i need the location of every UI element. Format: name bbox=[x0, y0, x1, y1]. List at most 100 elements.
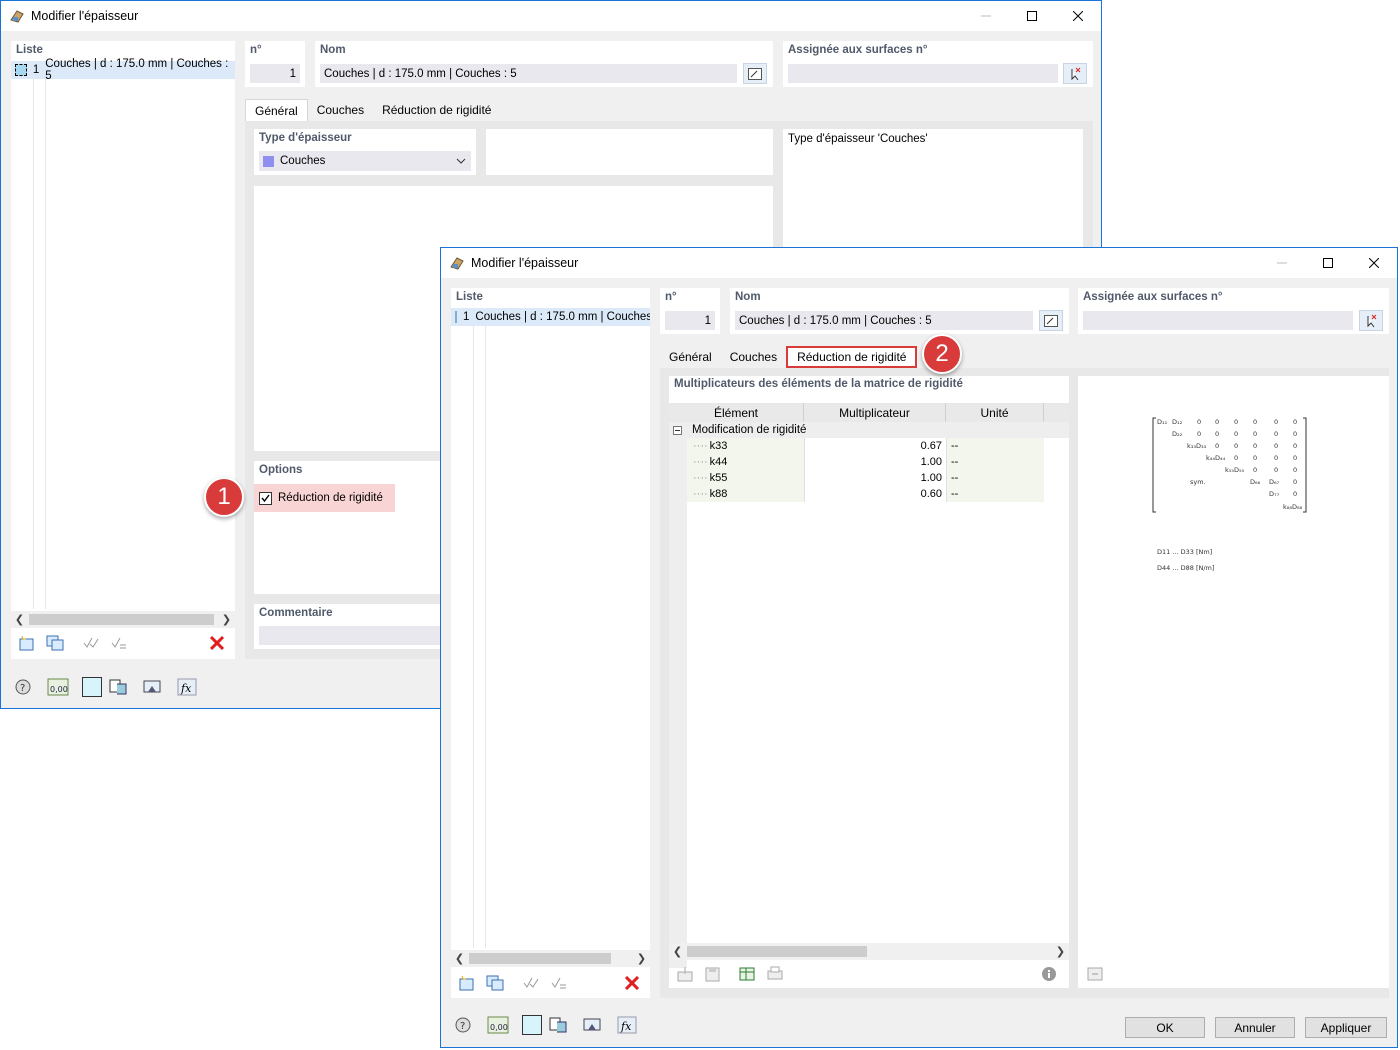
units-icon[interactable]: 0,00 bbox=[46, 676, 70, 698]
tab-layers[interactable]: Couches bbox=[720, 346, 787, 368]
front-dialog-window: Modifier l'épaisseur Liste 1 Couches | d… bbox=[440, 247, 1398, 1048]
comment-field[interactable] bbox=[259, 626, 449, 645]
tab-general[interactable]: Général bbox=[245, 99, 308, 121]
list-hscrollbar[interactable]: ❮ ❯ bbox=[451, 950, 650, 967]
new-item-icon[interactable] bbox=[455, 972, 479, 994]
reduction-checkbox-row[interactable]: Réduction de rigidité bbox=[254, 484, 395, 512]
col-header-unit: Unité bbox=[946, 403, 1044, 422]
check-all-icon[interactable] bbox=[79, 632, 103, 654]
minimize-button[interactable] bbox=[963, 1, 1009, 31]
cell-multiplier[interactable]: 1.00 bbox=[804, 454, 946, 470]
help-icon[interactable]: ? bbox=[11, 676, 35, 698]
view-icon[interactable] bbox=[580, 1014, 604, 1036]
delete-icon[interactable] bbox=[620, 972, 644, 994]
table-row[interactable]: ···· k44 1.00 -- bbox=[687, 454, 1069, 470]
svg-text:0: 0 bbox=[1274, 418, 1278, 426]
table-row[interactable]: ···· k88 0.60 -- bbox=[687, 486, 1069, 502]
svg-text:D₂₂: D₂₂ bbox=[1172, 430, 1183, 438]
color-swatch bbox=[455, 311, 457, 323]
group-row[interactable]: Modification de rigidité bbox=[669, 422, 1069, 438]
help-icon[interactable]: ? bbox=[451, 1014, 475, 1036]
table-hscrollbar[interactable]: ❮ ❯ bbox=[669, 943, 1069, 960]
select-surfaces-button[interactable] bbox=[1063, 63, 1087, 84]
table-header: Élément Multiplicateur Unité bbox=[669, 403, 1069, 422]
cell-multiplier[interactable]: 0.67 bbox=[804, 438, 946, 454]
svg-text:0: 0 bbox=[1234, 430, 1238, 438]
list-item-text: Couches | d : 175.0 mm | Couches : 5 bbox=[475, 311, 650, 323]
element-label: k55 bbox=[709, 472, 728, 484]
assigned-field[interactable] bbox=[1083, 311, 1353, 330]
svg-text:0: 0 bbox=[1234, 418, 1238, 426]
scroll-left-arrow[interactable]: ❮ bbox=[669, 943, 686, 960]
formula-icon[interactable]: fx bbox=[615, 1014, 639, 1036]
name-field[interactable]: Couches | d : 175.0 mm | Couches : 5 bbox=[320, 64, 737, 83]
ok-button[interactable]: OK bbox=[1125, 1017, 1205, 1038]
scroll-right-arrow[interactable]: ❯ bbox=[633, 950, 650, 967]
svg-text:0,00: 0,00 bbox=[50, 685, 68, 694]
formula-icon[interactable]: fx bbox=[175, 676, 199, 698]
reduction-checkbox[interactable] bbox=[259, 491, 272, 505]
apply-button[interactable]: Appliquer bbox=[1305, 1017, 1387, 1038]
matrix-sym-label: sym. bbox=[1190, 478, 1206, 486]
cell-multiplier[interactable]: 0.60 bbox=[804, 486, 946, 502]
print-icon[interactable] bbox=[763, 963, 787, 985]
list-item[interactable]: 1 Couches | d : 175.0 mm | Couches : 5 bbox=[451, 308, 650, 326]
select-surfaces-button[interactable] bbox=[1359, 310, 1383, 331]
collapse-icon[interactable] bbox=[673, 425, 682, 435]
list-hscrollbar[interactable]: ❮ ❯ bbox=[11, 611, 235, 628]
tab-stiffness-reduction[interactable]: Réduction de rigidité bbox=[373, 99, 501, 121]
back-tabs: Général Couches Réduction de rigidité bbox=[245, 99, 501, 121]
units-icon[interactable]: 0,00 bbox=[486, 1014, 510, 1036]
excel-export-icon[interactable] bbox=[735, 963, 759, 985]
comment-panel: Commentaire bbox=[254, 604, 454, 649]
uncheck-icon[interactable] bbox=[107, 632, 131, 654]
scroll-right-arrow[interactable]: ❯ bbox=[1052, 943, 1069, 960]
color-box-icon[interactable] bbox=[80, 676, 104, 698]
tab-stiffness-reduction[interactable]: Réduction de rigidité bbox=[786, 346, 918, 368]
display-settings-icon[interactable] bbox=[546, 1014, 570, 1036]
cancel-button[interactable]: Annuler bbox=[1215, 1017, 1295, 1038]
view-icon[interactable] bbox=[140, 676, 164, 698]
tab-general[interactable]: Général bbox=[660, 346, 721, 368]
list-label: Liste bbox=[456, 291, 483, 303]
maximize-button[interactable] bbox=[1305, 248, 1351, 278]
save-icon[interactable] bbox=[701, 963, 725, 985]
front-assigned-panel: Assignée aux surfaces n° bbox=[1078, 288, 1389, 334]
num-field[interactable]: 1 bbox=[250, 64, 300, 83]
info-icon[interactable] bbox=[1037, 963, 1061, 985]
num-field[interactable]: 1 bbox=[665, 311, 715, 330]
table-row[interactable]: ···· k55 1.00 -- bbox=[687, 470, 1069, 486]
name-field[interactable]: Couches | d : 175.0 mm | Couches : 5 bbox=[735, 311, 1033, 330]
tab-layers[interactable]: Couches bbox=[307, 99, 374, 121]
import-icon[interactable] bbox=[673, 963, 697, 985]
scroll-right-arrow[interactable]: ❯ bbox=[218, 611, 235, 628]
delete-icon[interactable] bbox=[205, 632, 229, 654]
table-row[interactable]: ···· k33 0.67 -- bbox=[687, 438, 1069, 454]
display-settings-icon[interactable] bbox=[106, 676, 130, 698]
front-tabs: Général Couches Réduction de rigidité bbox=[660, 346, 918, 368]
assigned-label: Assignée aux surfaces n° bbox=[788, 44, 928, 56]
close-button[interactable] bbox=[1351, 248, 1397, 278]
assigned-field[interactable] bbox=[788, 64, 1058, 83]
maximize-button[interactable] bbox=[1009, 1, 1055, 31]
copy-item-icon[interactable] bbox=[483, 972, 507, 994]
refresh-preview-icon[interactable] bbox=[1083, 963, 1107, 985]
edit-name-button[interactable] bbox=[1039, 310, 1063, 331]
list-item[interactable]: 1 Couches | d : 175.0 mm | Couches : 5 bbox=[11, 58, 235, 82]
units-line-1: D11 ... D33 [Nm] bbox=[1157, 548, 1213, 556]
thickness-type-dropdown[interactable]: Couches bbox=[259, 151, 471, 171]
cell-unit: -- bbox=[946, 486, 1044, 502]
scroll-left-arrow[interactable]: ❮ bbox=[451, 950, 468, 967]
check-all-icon[interactable] bbox=[519, 972, 543, 994]
scroll-left-arrow[interactable]: ❮ bbox=[11, 611, 28, 628]
svg-text:0: 0 bbox=[1253, 454, 1257, 462]
close-button[interactable] bbox=[1055, 1, 1101, 31]
copy-item-icon[interactable] bbox=[43, 632, 67, 654]
svg-text:k₃₃D₃₃: k₃₃D₃₃ bbox=[1187, 442, 1207, 450]
uncheck-icon[interactable] bbox=[547, 972, 571, 994]
cell-multiplier[interactable]: 1.00 bbox=[804, 470, 946, 486]
minimize-button[interactable] bbox=[1259, 248, 1305, 278]
new-item-icon[interactable] bbox=[15, 632, 39, 654]
edit-name-button[interactable] bbox=[743, 63, 767, 84]
color-box-icon[interactable] bbox=[520, 1014, 544, 1036]
